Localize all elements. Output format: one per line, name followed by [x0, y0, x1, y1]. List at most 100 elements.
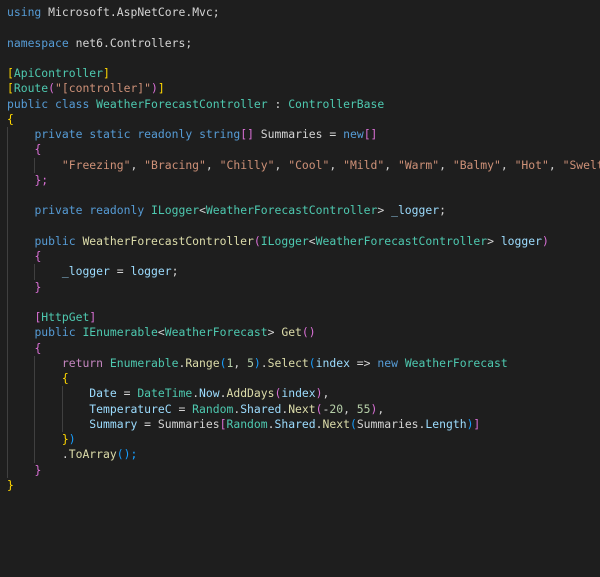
- code-token: IEnumerable: [82, 325, 158, 340]
- code-token: ]: [89, 310, 97, 324]
- code-token: Shared: [240, 401, 282, 416]
- code-token: WeatherForecast: [404, 355, 508, 370]
- code-token: public: [7, 96, 49, 111]
- code-token: Summaries: [356, 416, 419, 431]
- code-token: Next: [322, 416, 350, 431]
- code-token: ,: [329, 157, 344, 172]
- code-line: TemperatureC = Random.Shared.Next(-20, 5…: [7, 402, 600, 417]
- code-token: ]: [103, 66, 110, 80]
- code-token: {: [34, 340, 42, 355]
- code-token: "Balmy": [452, 157, 501, 172]
- code-line: };: [7, 173, 600, 188]
- code-token: new: [377, 355, 398, 370]
- code-token: Mvc: [192, 5, 213, 19]
- code-token: =: [322, 127, 344, 141]
- code-token: Get: [281, 325, 302, 340]
- code-token: "[controller]": [55, 81, 152, 96]
- code-token: ,: [233, 355, 248, 370]
- code-token: DateTime: [137, 386, 193, 401]
- code-token: 5: [247, 355, 254, 370]
- code-token: {: [61, 371, 69, 385]
- code-token: readonly: [89, 203, 145, 218]
- code-token: ,: [343, 401, 357, 416]
- code-token: .: [315, 416, 323, 431]
- code-line: using Microsoft.AspNetCore.Mvc;: [7, 5, 600, 20]
- code-token: readonly: [137, 127, 193, 141]
- code-line: [HttpGet]: [7, 310, 600, 325]
- code-token: return: [61, 355, 104, 370]
- code-token: >: [487, 233, 494, 248]
- code-token: ApiController: [13, 66, 104, 80]
- code-token: Summary: [89, 416, 138, 431]
- code-line: private static readonly string[] Summari…: [7, 127, 600, 142]
- code-token: .: [260, 355, 268, 370]
- code-token: {: [34, 142, 42, 157]
- code-token: =: [116, 386, 138, 401]
- code-token: ;: [212, 5, 220, 19]
- code-token: }: [34, 279, 42, 294]
- code-token: logger: [130, 264, 172, 279]
- code-token: index: [315, 355, 350, 370]
- code-line: }: [7, 280, 600, 295]
- code-token: .: [267, 416, 275, 431]
- code-token: Route: [13, 81, 49, 96]
- code-token: ]: [157, 81, 165, 96]
- code-token: "Hot": [514, 157, 549, 172]
- code-token: "Chilly": [219, 157, 275, 172]
- code-lines: using Microsoft.AspNetCore.Mvc; namespac…: [7, 5, 600, 493]
- code-token: ;: [439, 203, 446, 218]
- code-token: Next: [288, 401, 316, 416]
- code-token: ): [253, 355, 261, 370]
- code-line: Summary = Summaries[Random.Shared.Next(S…: [7, 417, 600, 432]
- code-line: {: [7, 371, 600, 386]
- code-token: (: [349, 416, 357, 431]
- code-token: Enumerable: [109, 355, 179, 370]
- code-token: ): [68, 432, 76, 446]
- code-line: .ToArray();: [7, 447, 600, 462]
- code-token: }: [61, 432, 69, 446]
- code-token: WeatherForecast: [164, 325, 268, 340]
- code-token: []: [363, 127, 378, 141]
- code-token: Random: [226, 416, 268, 431]
- code-line: }): [7, 432, 600, 447]
- code-line: Date = DateTime.Now.AddDays(index),: [7, 386, 600, 401]
- code-line: {: [7, 249, 600, 264]
- code-token: WeatherForecastController: [96, 96, 268, 111]
- code-token: "Sweltering": [562, 157, 600, 172]
- code-token: AddDays: [226, 386, 275, 401]
- code-token: <: [199, 203, 206, 218]
- code-token: private: [34, 203, 83, 218]
- code-token: [: [7, 66, 14, 80]
- code-line: namespace net6.Controllers;: [7, 36, 600, 51]
- code-line: public class WeatherForecastController :…: [7, 97, 600, 112]
- code-token: };: [34, 172, 49, 187]
- code-token: ,: [205, 157, 220, 172]
- code-token: WeatherForecastController: [205, 203, 378, 218]
- code-token: "Warm": [397, 157, 440, 172]
- code-token: .: [103, 35, 110, 50]
- code-token: [: [7, 81, 14, 96]
- code-line: {: [7, 142, 600, 157]
- code-line: public WeatherForecastController(ILogger…: [7, 234, 600, 249]
- code-token: using: [7, 5, 42, 19]
- code-editor[interactable]: using Microsoft.AspNetCore.Mvc; namespac…: [0, 0, 600, 577]
- code-token: net6: [75, 35, 104, 50]
- code-line: [Route("[controller]")]: [7, 81, 600, 96]
